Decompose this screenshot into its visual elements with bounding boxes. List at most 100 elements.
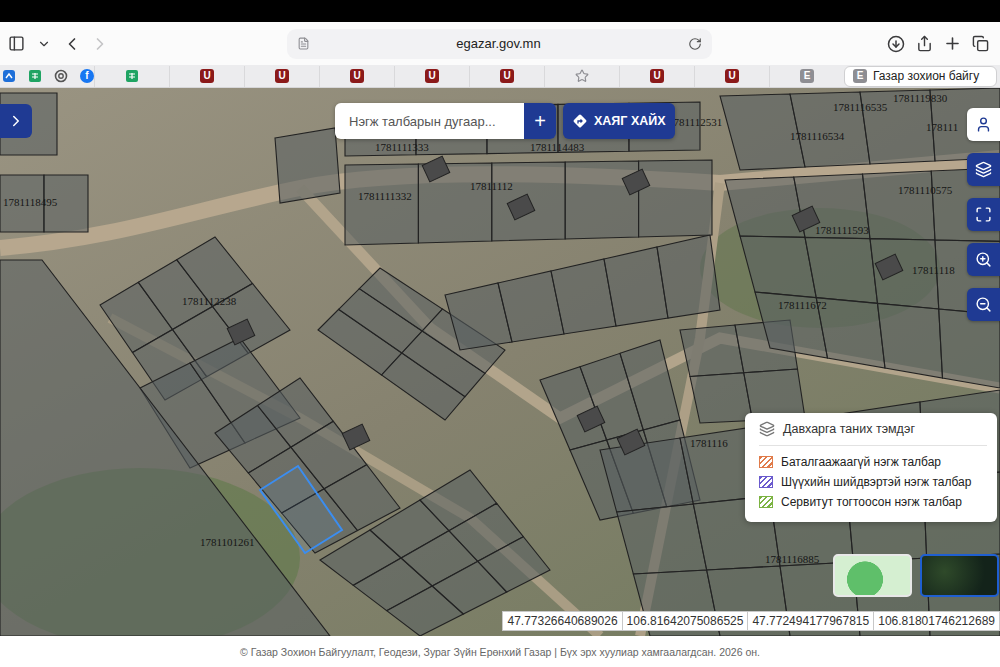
parcel[interactable] <box>740 236 816 298</box>
coordinate: 106.81801746212689 <box>873 612 999 630</box>
parcel-label: 178111672 <box>778 299 827 311</box>
openai-icon <box>54 69 68 83</box>
parcel[interactable] <box>617 504 707 574</box>
url-text: egazar.gov.mn <box>318 36 680 51</box>
map[interactable]: 1781116535178111983017811144831781111333… <box>0 88 1000 636</box>
zoom-in-button[interactable] <box>967 243 1000 276</box>
parcel[interactable] <box>213 284 291 354</box>
parcel-label: 1781111593 <box>815 224 869 236</box>
basemap-switcher <box>833 554 999 597</box>
parcel[interactable] <box>863 171 936 240</box>
zoom-out-button[interactable] <box>967 288 1000 321</box>
coordinate: 106.81642075086525 <box>622 612 748 630</box>
panel-toggle-button[interactable] <box>0 104 32 138</box>
sidebar-menu-button[interactable] <box>32 32 56 56</box>
reload-icon[interactable] <box>688 37 702 51</box>
user-button[interactable] <box>967 108 1000 141</box>
browser-window: egazar.gov.mnfUUUUUUUEEГазар зохион байг… <box>0 0 1000 667</box>
tab[interactable] <box>544 66 619 87</box>
parcel-label: 1781112238 <box>182 295 236 307</box>
parcel-label: 1781118495 <box>3 196 57 208</box>
favicon-icon: U <box>725 69 739 83</box>
address-search-button[interactable]: ХАЯГ ХАЙХ <box>563 103 675 139</box>
parcel-label: 1781112531 <box>668 116 722 128</box>
parcel[interactable] <box>0 260 330 636</box>
parcel[interactable] <box>620 340 680 430</box>
house <box>227 319 255 345</box>
expand-button[interactable] <box>967 198 1000 231</box>
legend-item: Сервитут тогтоосон нэгж талбар <box>759 492 987 512</box>
tab[interactable]: U <box>319 66 394 87</box>
tab[interactable]: U <box>244 66 319 87</box>
parcel[interactable] <box>478 537 550 592</box>
sheets-icon <box>125 69 139 83</box>
sidebar-button[interactable] <box>4 32 28 56</box>
facebook-icon: f <box>80 69 94 83</box>
parcel[interactable] <box>345 164 418 245</box>
parcel-label: 1781114483 <box>530 141 584 153</box>
parcel[interactable] <box>657 235 720 318</box>
parcel[interactable] <box>565 161 638 239</box>
tab[interactable]: E <box>769 66 844 87</box>
parcel[interactable] <box>275 128 340 203</box>
tab-bar: fUUUUUUUEEГазар зохион байгу <box>0 65 1000 88</box>
basemap-thumbnail[interactable] <box>920 554 999 597</box>
parcel[interactable] <box>492 162 565 241</box>
parcel-label: 1781110575 <box>898 184 952 196</box>
house <box>617 429 645 455</box>
parcel[interactable] <box>805 237 878 303</box>
new-tab-button[interactable] <box>940 32 964 56</box>
parcel[interactable] <box>878 303 943 378</box>
parcel-label: 1781111332 <box>358 190 412 202</box>
back-icon <box>62 34 82 54</box>
legend-swatch <box>759 476 773 488</box>
legend: Давхарга таних тэмдэгБаталгаажаагүй нэгж… <box>745 413 997 522</box>
tab[interactable] <box>94 66 169 87</box>
parcel[interactable] <box>0 93 57 155</box>
parcel[interactable] <box>755 292 828 358</box>
road <box>0 158 1000 248</box>
layers-button[interactable] <box>967 153 1000 186</box>
back-button[interactable] <box>60 32 84 56</box>
selected-parcel[interactable] <box>260 466 342 553</box>
house <box>342 424 370 450</box>
parcel-label: 17811118 <box>912 264 955 276</box>
tab-overview-button[interactable] <box>968 32 992 56</box>
coordinate: 47.77326640689026 <box>503 612 621 630</box>
star-icon <box>575 69 589 83</box>
tab[interactable]: U <box>619 66 694 87</box>
add-button[interactable]: + <box>524 103 556 139</box>
tab[interactable]: U <box>694 66 769 87</box>
tab[interactable]: U <box>469 66 544 87</box>
downloads-button[interactable] <box>884 32 908 56</box>
house <box>422 156 450 182</box>
share-button[interactable] <box>912 32 936 56</box>
parcel[interactable] <box>639 160 712 237</box>
favicon-icon: E <box>800 69 814 83</box>
tab[interactable]: U <box>394 66 469 87</box>
legend-item: Шүүхийн шийдвэртэй нэгж талбар <box>759 472 987 492</box>
forward-button[interactable] <box>88 32 112 56</box>
parcel-label: 1781116534 <box>790 130 844 142</box>
parcel[interactable] <box>680 325 744 377</box>
address-bar[interactable]: egazar.gov.mn <box>287 29 712 59</box>
parcel[interactable] <box>725 177 805 237</box>
parcel-label: 178111 <box>926 121 958 133</box>
parcel-label: 1781119830 <box>893 92 947 104</box>
parcel[interactable] <box>600 438 693 512</box>
chevron-right-icon <box>7 112 25 130</box>
legend-title: Давхарга таних тэмдэг <box>759 421 987 446</box>
tab[interactable]: EГазар зохион байгу <box>844 66 997 87</box>
directions-icon <box>572 113 588 129</box>
zoom-out-icon <box>975 296 992 313</box>
basemap-thumbnail[interactable] <box>833 554 912 597</box>
tabs-icon <box>972 35 989 52</box>
sheets-icon <box>28 69 42 83</box>
parcel-search-input[interactable]: Нэгж талбарын дугаар... <box>335 103 524 139</box>
parcel[interactable] <box>359 268 442 331</box>
sidebar-icon <box>8 35 25 52</box>
favicon-icon: U <box>200 69 214 83</box>
house <box>622 169 650 195</box>
tab[interactable]: U <box>169 66 244 87</box>
parcel[interactable] <box>690 373 753 423</box>
